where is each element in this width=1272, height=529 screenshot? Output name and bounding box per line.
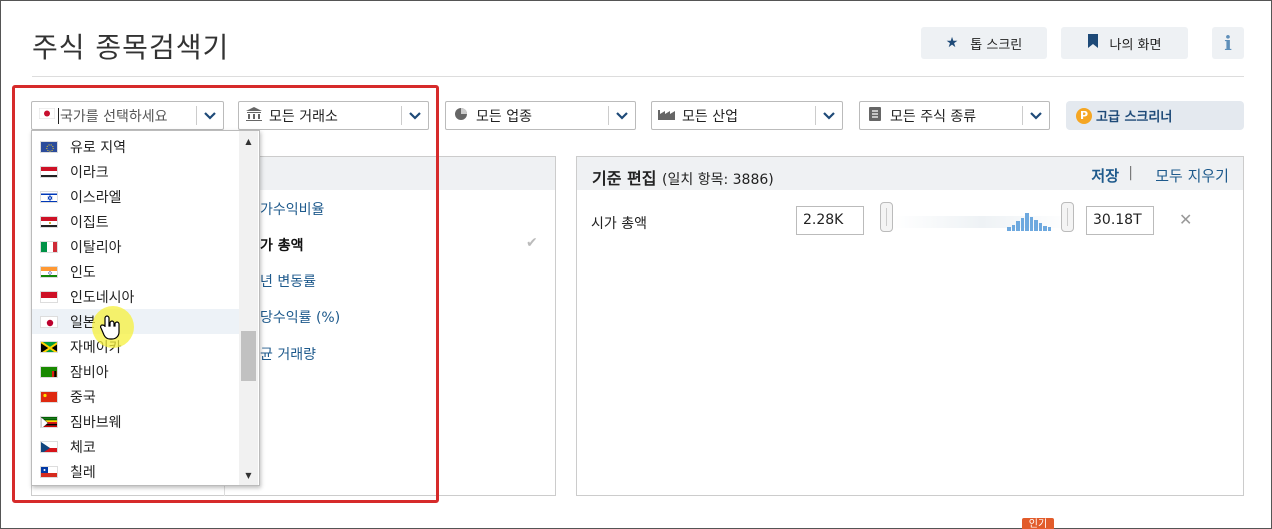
pro-badge-icon: P [1076, 107, 1092, 124]
info-button[interactable]: i [1212, 27, 1244, 59]
document-icon [864, 106, 886, 125]
star-icon: ★ [945, 35, 959, 51]
link-separator: | [1128, 165, 1133, 181]
save-link[interactable]: 저장 [1091, 165, 1119, 186]
bookmark-icon [1087, 34, 1098, 52]
advanced-screener-label: 고급 스크리너 [1096, 110, 1173, 125]
my-screens-button[interactable]: 나의 화면 [1061, 27, 1188, 59]
chevron-down-icon[interactable] [1023, 102, 1049, 129]
popular-badge: 인기 [1022, 518, 1054, 529]
min-value-input[interactable]: 2.28K [796, 206, 864, 235]
sector-label: 모든 업종 [476, 108, 532, 125]
stock-type-select[interactable]: 모든 주식 종류 [859, 101, 1050, 130]
chevron-down-icon[interactable] [609, 102, 635, 129]
factory-icon [656, 107, 678, 124]
distribution-histogram [1007, 213, 1051, 231]
my-screens-label: 나의 화면 [1109, 37, 1162, 53]
info-icon: i [1224, 31, 1232, 55]
max-value-input[interactable]: 30.18T [1086, 206, 1154, 235]
industry-select[interactable]: 모든 산업 [651, 101, 843, 130]
header-divider [32, 76, 1244, 77]
page-title: 주식 종목검색기 [32, 31, 230, 64]
edit-criteria-panel: 기준 편집 (일치 항목: 3886) 저장 | 모두 지우기 시가 총액 2.… [576, 156, 1244, 496]
sector-select[interactable]: 모든 업종 [445, 101, 636, 130]
chevron-down-icon[interactable] [816, 102, 842, 129]
top-screens-button[interactable]: ★ 톱 스크린 [921, 27, 1047, 59]
slider-max-handle[interactable] [1061, 202, 1074, 232]
remove-criteria-icon[interactable]: ✕ [1179, 210, 1192, 229]
hand-cursor-icon [99, 314, 122, 344]
pie-chart-icon [450, 107, 472, 125]
criteria-row-label: 시가 총액 [591, 216, 647, 232]
checkmark-icon: ✔ [526, 235, 538, 251]
clear-all-link[interactable]: 모두 지우기 [1155, 165, 1229, 186]
edit-panel-title: 기준 편집 (일치 항목: 3886) [592, 165, 774, 189]
advanced-screener-button[interactable]: P 고급 스크리너 [1066, 101, 1244, 130]
edit-title-text: 기준 편집 [592, 169, 657, 188]
top-screens-label: 톱 스크린 [970, 37, 1023, 53]
stock-type-label: 모든 주식 종류 [890, 108, 977, 125]
slider-min-handle[interactable] [880, 202, 893, 232]
industry-label: 모든 산업 [682, 108, 738, 125]
highlight-annotation-box [12, 85, 439, 503]
match-count: (일치 항목: 3886) [662, 172, 774, 188]
